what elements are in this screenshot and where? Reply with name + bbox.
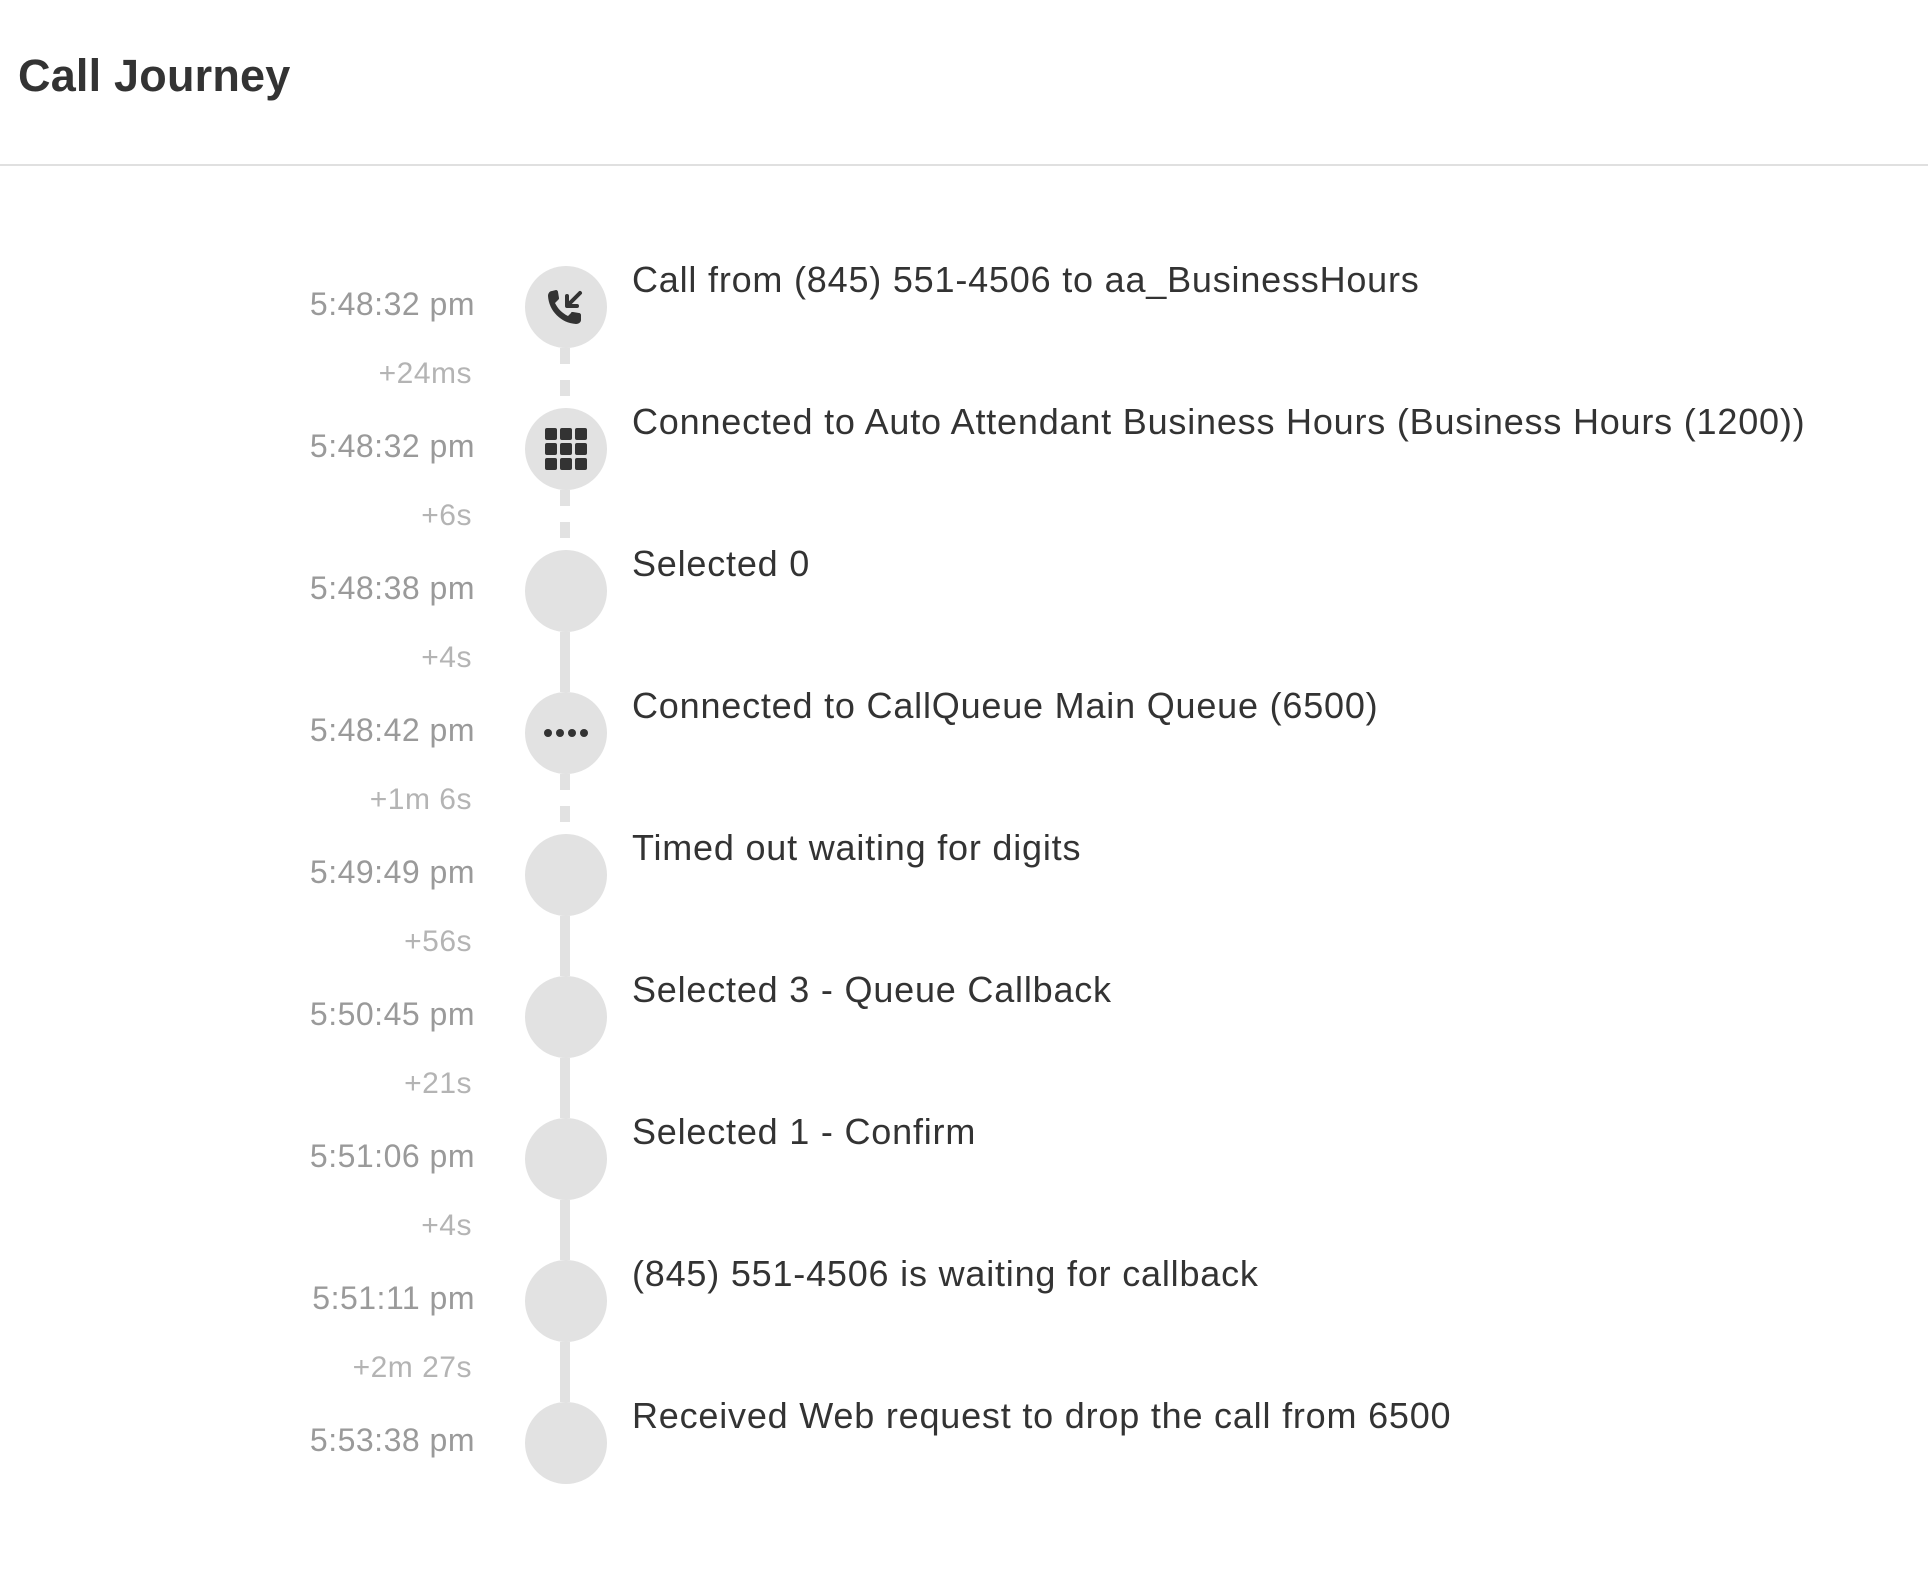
- event-description: Received Web request to drop the call fr…: [632, 1395, 1452, 1436]
- event-marker: [525, 834, 607, 916]
- event-description: Selected 0: [632, 543, 811, 584]
- event-time: 5:53:38 pm: [309, 1422, 475, 1458]
- event-delta: +4s: [421, 641, 472, 674]
- event-time: 5:51:11 pm: [312, 1280, 475, 1316]
- event-time: 5:48:32 pm: [309, 286, 475, 322]
- event-delta: +6s: [421, 499, 472, 532]
- event-time: 5:48:38 pm: [309, 570, 475, 606]
- event-description: Selected 1 - Confirm: [632, 1111, 977, 1152]
- event-description: Connected to CallQueue Main Queue (6500): [632, 685, 1379, 726]
- incoming-call-icon: [544, 285, 588, 329]
- keypad-grid-icon: [544, 427, 588, 471]
- event-delta: +4s: [421, 1209, 472, 1242]
- event-time: 5:48:42 pm: [309, 712, 475, 748]
- timeline-connector: [560, 1200, 570, 1260]
- timeline-connector: [560, 916, 570, 976]
- timeline-connector: [560, 490, 570, 550]
- event-description: Selected 3 - Queue Callback: [632, 969, 1112, 1010]
- event-time: 5:50:45 pm: [309, 996, 475, 1032]
- event-marker: [525, 408, 607, 490]
- event-delta: +56s: [404, 925, 472, 958]
- event-description: Timed out waiting for digits: [632, 827, 1082, 868]
- event-marker: [525, 1260, 607, 1342]
- event-marker: [525, 692, 607, 774]
- event-marker: [525, 266, 607, 348]
- event-time: 5:51:06 pm: [309, 1138, 475, 1174]
- event-delta: +1m 6s: [369, 783, 472, 816]
- event-marker: [525, 1402, 607, 1484]
- event-time: 5:49:49 pm: [309, 854, 475, 890]
- event-delta: +2m 27s: [352, 1351, 472, 1384]
- event-time: 5:48:32 pm: [309, 428, 475, 464]
- timeline-connector: [560, 348, 570, 408]
- queue-dots-icon: [543, 728, 589, 738]
- event-description: Connected to Auto Attendant Business Hou…: [632, 401, 1806, 442]
- event-marker: [525, 550, 607, 632]
- call-journey-timeline: 5:48:32 pm Call from (845) 551-4506 to aa…: [0, 0, 1928, 1596]
- event-marker: [525, 976, 607, 1058]
- event-delta: +21s: [404, 1067, 472, 1100]
- event-marker: [525, 1118, 607, 1200]
- event-description: Call from (845) 551-4506 to aa_BusinessH…: [632, 259, 1420, 300]
- event-description: (845) 551-4506 is waiting for callback: [632, 1253, 1259, 1294]
- timeline-connector: [560, 1342, 570, 1402]
- timeline-connector: [560, 632, 570, 692]
- timeline-connector: [560, 774, 570, 834]
- timeline-connector: [560, 1058, 570, 1118]
- event-delta: +24ms: [378, 357, 472, 390]
